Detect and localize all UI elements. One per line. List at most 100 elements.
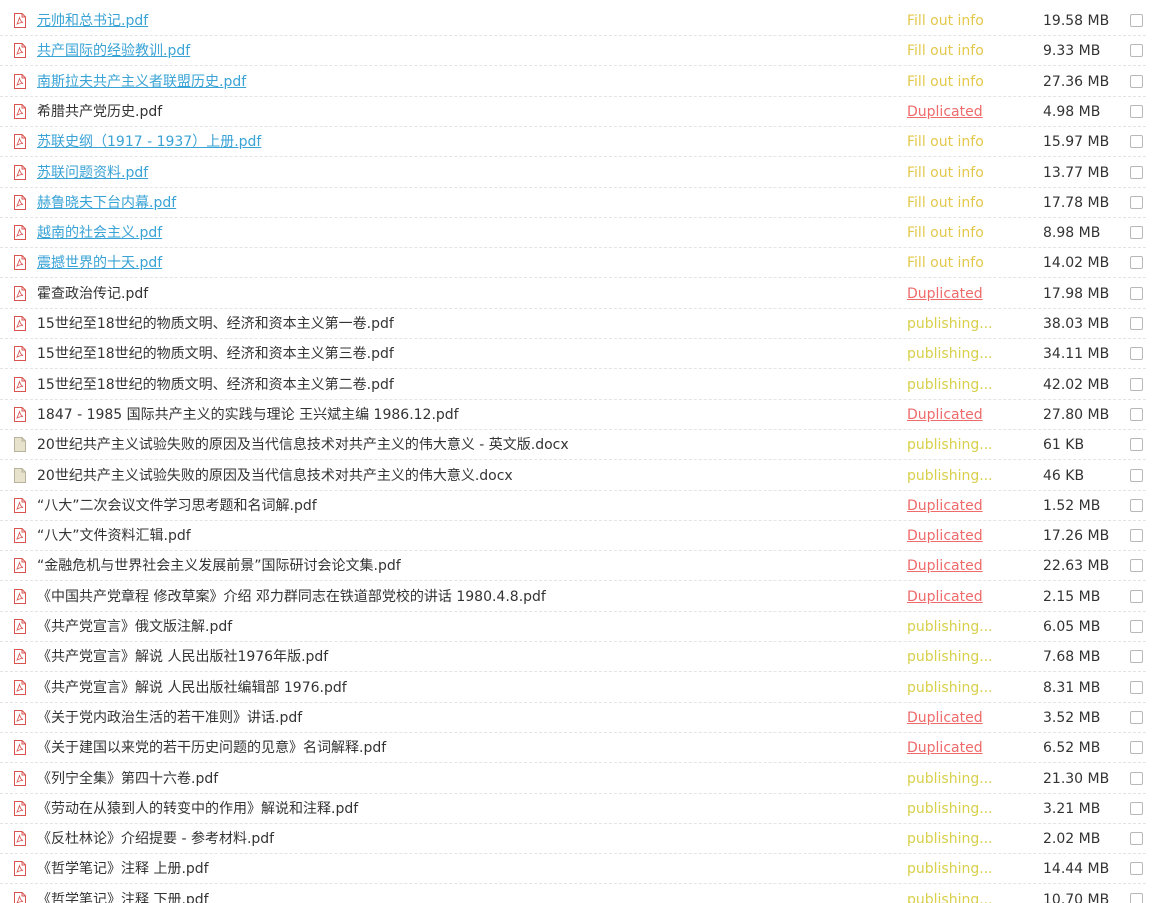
file-name: 15世纪至18世纪的物质文明、经济和资本主义第三卷.pdf xyxy=(37,346,394,363)
row-checkbox[interactable] xyxy=(1130,104,1143,118)
pdf-file-icon xyxy=(14,891,26,903)
pdf-file-icon xyxy=(14,497,26,513)
file-size: 3.52 MB xyxy=(1043,709,1101,726)
row-checkbox[interactable] xyxy=(1130,862,1143,876)
row-checkbox[interactable] xyxy=(1130,195,1143,209)
duplicated-link[interactable]: Duplicated xyxy=(907,285,983,303)
file-name: 1847 - 1985 国际共产主义的实践与理论 王兴斌主编 1986.12.p… xyxy=(37,406,459,423)
row-checkbox[interactable] xyxy=(1130,226,1143,240)
row-checkbox[interactable] xyxy=(1130,256,1143,270)
pdf-file-icon xyxy=(14,376,26,392)
duplicated-link[interactable]: Duplicated xyxy=(907,709,983,727)
row-checkbox[interactable] xyxy=(1130,135,1143,149)
file-size: 15.97 MB xyxy=(1043,134,1110,151)
row-checkbox[interactable] xyxy=(1130,801,1143,815)
row-checkbox[interactable] xyxy=(1130,165,1143,179)
row-checkbox[interactable] xyxy=(1130,438,1143,452)
file-size: 46 KB xyxy=(1043,467,1085,484)
pdf-file-icon xyxy=(14,679,26,695)
file-row: 苏联史纲（1917 - 1937）上册.pdf Fill out info 15.9… xyxy=(0,127,1146,158)
file-name: “八大”文件资料汇辑.pdf xyxy=(37,528,191,545)
file-row: 20世纪共产主义试验失败的原因及当代信息技术对共产主义的伟大意义.docx pub… xyxy=(0,461,1146,491)
row-checkbox[interactable] xyxy=(1130,559,1143,573)
file-row: 《关于建国以来党的若干历史问题的见意》名词解释.pdf Duplicated 6.5… xyxy=(0,733,1146,764)
publishing-status: publishing... xyxy=(907,316,993,332)
publishing-status: publishing... xyxy=(907,679,993,696)
row-checkbox[interactable] xyxy=(1130,347,1143,361)
file-row: 赫鲁晓夫下台内幕.pdf Fill out info 17.78 MB xyxy=(0,188,1146,218)
file-name: 《关于党内政治生活的若干准则》讲话.pdf xyxy=(37,709,303,726)
file-size: 17.98 MB xyxy=(1043,285,1110,302)
file-name: 《共产党宣言》解说 人民出版社1976年版.pdf xyxy=(37,649,329,666)
pdf-file-icon xyxy=(14,619,26,634)
row-checkbox[interactable] xyxy=(1130,286,1143,300)
publishing-status: publishing... xyxy=(907,649,993,666)
row-checkbox[interactable] xyxy=(1130,74,1143,88)
pdf-file-icon xyxy=(14,770,26,786)
row-checkbox[interactable] xyxy=(1130,377,1143,391)
file-row: 霍查政治传记.pdf Duplicated 17.98 MB xyxy=(0,279,1146,309)
row-checkbox[interactable] xyxy=(1130,529,1143,543)
file-row: 震撼世界的十天.pdf Fill out info 14.02 MB xyxy=(0,248,1146,279)
row-checkbox[interactable] xyxy=(1130,892,1143,903)
file-row: 《关于党内政治生活的若干准则》讲话.pdf Duplicated 3.52 MB xyxy=(0,703,1146,733)
publishing-status: publishing... xyxy=(907,831,993,848)
file-name[interactable]: 苏联问题资料.pdf xyxy=(37,164,148,182)
pdf-file-icon xyxy=(14,103,26,119)
row-checkbox[interactable] xyxy=(1130,771,1143,785)
duplicated-link[interactable]: Duplicated xyxy=(907,557,983,575)
file-name[interactable]: 苏联史纲（1917 - 1937）上册.pdf xyxy=(37,133,261,151)
row-checkbox[interactable] xyxy=(1130,620,1143,633)
publishing-status: publishing... xyxy=(907,346,993,363)
row-checkbox[interactable] xyxy=(1130,680,1143,694)
row-checkbox[interactable] xyxy=(1130,498,1143,512)
pdf-file-icon xyxy=(14,406,26,422)
file-row: 《哲学笔记》注释 上册.pdf publishing... 14.44 MB xyxy=(0,854,1146,885)
file-size: 13.77 MB xyxy=(1043,164,1110,181)
row-checkbox[interactable] xyxy=(1130,710,1143,724)
duplicated-link[interactable]: Duplicated xyxy=(907,103,983,121)
duplicated-link[interactable]: Duplicated xyxy=(907,588,983,606)
row-checkbox[interactable] xyxy=(1130,741,1143,755)
row-checkbox[interactable] xyxy=(1130,589,1143,603)
file-name: 《劳动在从猿到人的转变中的作用》解说和注释.pdf xyxy=(37,800,359,817)
file-size: 17.26 MB xyxy=(1043,528,1110,545)
file-name[interactable]: 震撼世界的十天.pdf xyxy=(37,254,162,272)
pdf-file-icon xyxy=(14,194,26,210)
fill-out-info-status: Fill out info xyxy=(907,194,984,211)
file-row: 《共产党宣言》解说 人民出版社编辑部 1976.pdf publishing...… xyxy=(0,673,1146,703)
file-row: 1847 - 1985 国际共产主义的实践与理论 王兴斌主编 1986.12.p… xyxy=(0,400,1146,430)
file-name: 霍查政治传记.pdf xyxy=(37,285,149,302)
file-name[interactable]: 越南的社会主义.pdf xyxy=(37,224,162,242)
duplicated-link[interactable]: Duplicated xyxy=(907,406,983,424)
document-file-icon xyxy=(14,467,26,483)
pdf-file-icon xyxy=(14,73,26,89)
file-row: 《哲学笔记》注释 下册.pdf publishing... 10.70 MB xyxy=(0,885,1146,903)
row-checkbox[interactable] xyxy=(1130,317,1143,330)
file-size: 4.98 MB xyxy=(1043,103,1101,120)
file-name: 15世纪至18世纪的物质文明、经济和资本主义第一卷.pdf xyxy=(37,316,394,332)
file-name[interactable]: 共产国际的经验教训.pdf xyxy=(37,42,190,60)
file-name: 《共产党宣言》俄文版注解.pdf xyxy=(37,619,233,635)
file-name[interactable]: 南斯拉夫共产主义者联盟历史.pdf xyxy=(37,73,246,91)
row-checkbox[interactable] xyxy=(1130,44,1143,58)
duplicated-link[interactable]: Duplicated xyxy=(907,739,983,757)
duplicated-link[interactable]: Duplicated xyxy=(907,527,983,545)
pdf-file-icon xyxy=(14,13,26,28)
row-checkbox[interactable] xyxy=(1130,832,1143,846)
file-row: 20世纪共产主义试验失败的原因及当代信息技术对共产主义的伟大意义 - 英文版.d… xyxy=(0,430,1146,461)
file-name[interactable]: 元帅和总书记.pdf xyxy=(37,12,148,30)
row-checkbox[interactable] xyxy=(1130,468,1143,482)
file-row: 15世纪至18世纪的物质文明、经济和资本主义第二卷.pdf publishing.… xyxy=(0,370,1146,400)
row-checkbox[interactable] xyxy=(1130,14,1143,27)
file-row: “金融危机与世界社会主义发展前景”国际研讨会论文集.pdf Duplicated 2… xyxy=(0,551,1146,582)
file-row: 《共产党宣言》解说 人民出版社1976年版.pdf publishing... 7.… xyxy=(0,642,1146,673)
row-checkbox[interactable] xyxy=(1130,407,1143,421)
file-name: “金融危机与世界社会主义发展前景”国际研讨会论文集.pdf xyxy=(37,558,401,575)
duplicated-link[interactable]: Duplicated xyxy=(907,497,983,515)
file-name[interactable]: 赫鲁晓夫下台内幕.pdf xyxy=(37,194,176,212)
row-checkbox[interactable] xyxy=(1130,650,1143,664)
publishing-status: publishing... xyxy=(907,437,993,454)
pdf-file-icon xyxy=(14,528,26,544)
file-name: 15世纪至18世纪的物质文明、经济和资本主义第二卷.pdf xyxy=(37,376,394,393)
